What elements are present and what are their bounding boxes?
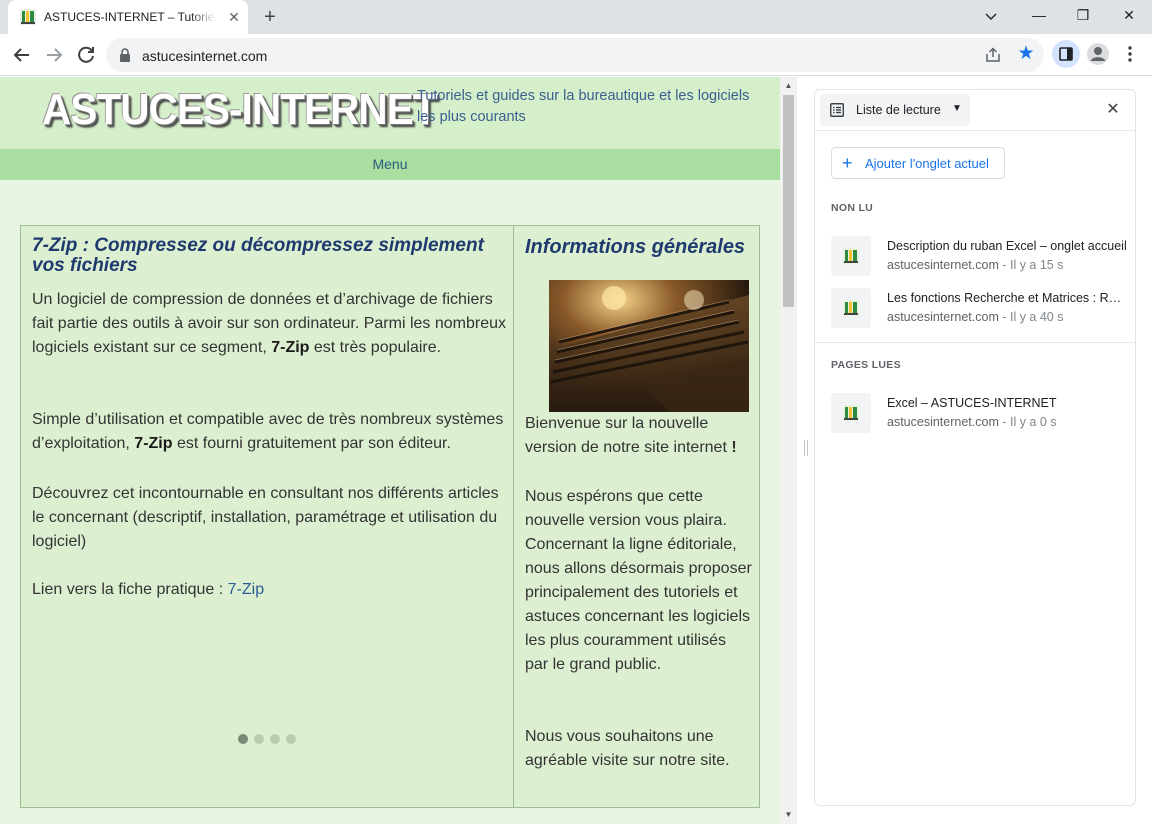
site-favicon-icon	[843, 300, 859, 316]
read-section-label: PAGES LUES	[831, 359, 901, 371]
dropdown-caret-icon: ▼	[952, 103, 962, 114]
sidebar-paragraph-1: Bienvenue sur la nouvelle version de not…	[525, 415, 737, 456]
carousel-dot-3[interactable]	[270, 734, 280, 744]
item-meta: astucesinternet.com - Il y a 0 s	[887, 415, 1057, 429]
url-text[interactable]: astucesinternet.com	[142, 48, 267, 64]
item-meta: astucesinternet.com - Il y a 40 s	[887, 310, 1064, 324]
side-panel-button[interactable]	[1052, 40, 1080, 68]
carousel-dots	[238, 734, 298, 746]
site-favicon-icon	[843, 405, 859, 421]
item-favicon	[831, 288, 871, 328]
new-tab-button[interactable]: +	[258, 5, 282, 29]
reading-list-item[interactable]: Excel – ASTUCES-INTERNET astucesinternet…	[831, 393, 1131, 433]
article-column: 7-Zip : Compressez ou décompressez simpl…	[21, 226, 514, 807]
item-favicon	[831, 393, 871, 433]
unread-section-label: NON LU	[831, 202, 874, 214]
menu-bar[interactable]: Menu	[0, 149, 780, 180]
reload-icon[interactable]	[72, 41, 100, 69]
reading-list-item[interactable]: Description du ruban Excel – onglet accu…	[831, 236, 1131, 276]
site-favicon-icon	[843, 248, 859, 264]
forward-arrow-icon[interactable]	[40, 41, 68, 69]
carousel-dot-4[interactable]	[286, 734, 296, 744]
item-title: Les fonctions Recherche et Matrices : RE…	[887, 291, 1127, 305]
plus-icon: +	[842, 153, 853, 173]
item-title: Excel – ASTUCES-INTERNET	[887, 396, 1057, 410]
divider	[815, 130, 1135, 131]
reading-list-panel: Liste de lecture ▼ ✕ + Ajouter l'onglet …	[814, 89, 1136, 806]
divider	[815, 342, 1135, 343]
site-favicon-icon	[20, 9, 36, 25]
site-header: ASTUCES-INTERNET Tutoriels et guides sur…	[0, 77, 780, 149]
sidebar-title: Informations générales	[525, 236, 746, 258]
tab-search-chevron-icon[interactable]	[984, 9, 998, 23]
item-title: Description du ruban Excel – onglet accu…	[887, 239, 1127, 253]
reading-list-item[interactable]: Les fonctions Recherche et Matrices : RE…	[831, 288, 1131, 328]
web-page: ASTUCES-INTERNET Tutoriels et guides sur…	[0, 77, 780, 824]
profile-avatar-icon[interactable]	[1086, 42, 1110, 66]
scroll-down-icon[interactable]: ▼	[784, 810, 793, 819]
panel-type-label: Liste de lecture	[856, 103, 941, 117]
minimize-button[interactable]: —	[1016, 2, 1062, 28]
laptop-keyboard-image	[549, 280, 749, 412]
browser-toolbar: astucesinternet.com ★	[0, 34, 1152, 76]
article-paragraph-2: Simple d’utilisation et compatible avec …	[32, 411, 504, 452]
article-paragraph-1: Un logiciel de compression de données et…	[32, 291, 507, 356]
info-sidebar: Informations générales Bienvenue sur la …	[515, 226, 759, 807]
menu-label[interactable]: Menu	[0, 156, 780, 172]
sidebar-paragraph-3: Nous vous souhaitons une agréable visite…	[525, 728, 730, 769]
page-scrollbar[interactable]: ▲ ▼	[780, 77, 797, 824]
browser-menu-icon[interactable]	[1120, 42, 1140, 66]
item-favicon	[831, 236, 871, 276]
site-logo[interactable]: ASTUCES-INTERNET	[42, 85, 438, 135]
tab-close-icon[interactable]: ✕	[226, 9, 242, 25]
carousel-dot-1[interactable]	[238, 734, 248, 744]
panel-close-icon[interactable]: ✕	[1103, 100, 1123, 120]
article-title[interactable]: 7-Zip : Compressez ou décompressez simpl…	[32, 236, 502, 276]
item-meta: astucesinternet.com - Il y a 15 s	[887, 258, 1064, 272]
side-panel-icon	[1059, 47, 1073, 61]
share-icon[interactable]	[984, 46, 1002, 64]
fiche-pratique-link[interactable]: 7-Zip	[228, 581, 264, 598]
browser-tab[interactable]: ASTUCES-INTERNET – Tutoriels et guides ✕	[8, 0, 248, 34]
add-current-tab-button[interactable]: + Ajouter l'onglet actuel	[831, 147, 1005, 179]
article-paragraph-3: Découvrez cet incontournable en consulta…	[32, 485, 499, 550]
panel-type-dropdown[interactable]: Liste de lecture ▼	[820, 94, 970, 126]
lock-icon[interactable]	[118, 47, 132, 63]
maximize-button[interactable]: ❐	[1060, 2, 1106, 28]
address-bar[interactable]: astucesinternet.com ★	[106, 38, 1044, 72]
article-paragraph-4: Lien vers la fiche pratique : 7-Zip	[32, 581, 265, 598]
content-box: 7-Zip : Compressez ou décompressez simpl…	[20, 225, 760, 808]
bookmark-star-icon[interactable]: ★	[1016, 44, 1036, 64]
sidebar-paragraph-2: Nous espérons que cette nouvelle version…	[525, 488, 752, 673]
back-arrow-icon[interactable]	[8, 41, 36, 69]
carousel-dot-2[interactable]	[254, 734, 264, 744]
tab-title: ASTUCES-INTERNET – Tutoriels et guides	[44, 10, 216, 24]
scroll-up-icon[interactable]: ▲	[784, 81, 793, 90]
tab-strip: ASTUCES-INTERNET – Tutoriels et guides ✕…	[0, 0, 1152, 34]
scroll-thumb[interactable]	[783, 95, 794, 307]
window-close-button[interactable]: ✕	[1106, 2, 1152, 28]
add-current-tab-label: Ajouter l'onglet actuel	[865, 156, 989, 171]
reading-list-icon	[830, 103, 844, 117]
side-panel-resize-handle[interactable]	[804, 440, 808, 456]
site-tagline: Tutoriels et guides sur la bureautique e…	[417, 88, 750, 125]
